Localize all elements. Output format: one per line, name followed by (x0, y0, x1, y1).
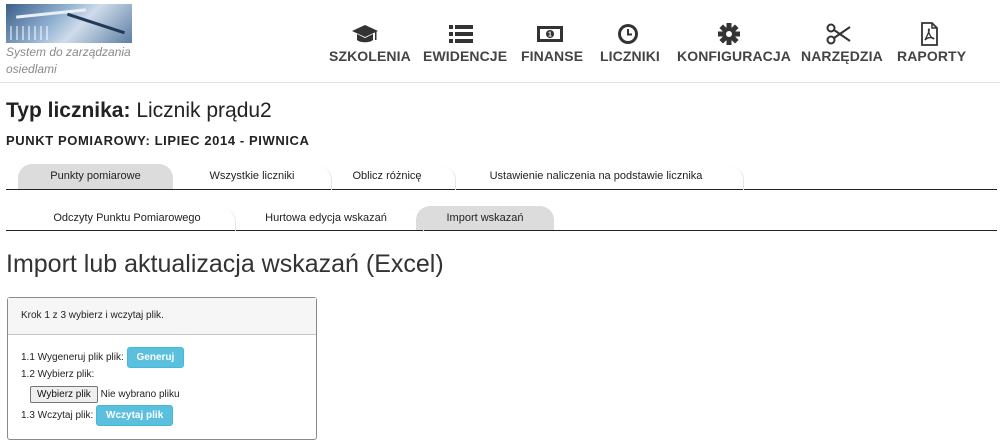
nav-konfiguracja[interactable]: KONFIGURACJA (677, 22, 791, 72)
page-title: Typ licznika: Licznik prądu2 (6, 99, 272, 123)
section-heading: Import lub aktualizacja wskazań (Excel) (6, 250, 444, 278)
nav-finanse[interactable]: 1 FINANSE (521, 22, 583, 72)
gear-icon (677, 22, 780, 46)
title-label: Typ licznika: (6, 99, 131, 122)
file-status: Nie wybrano pliku (100, 389, 180, 401)
tagline: System do zarządzania osiedlami (6, 45, 131, 76)
generate-button[interactable]: Generuj (126, 347, 185, 368)
step-load-label: 1.3 Wczytaj plik: (21, 410, 94, 422)
main-tabs: Punkty pomiarowe Wszystkie liczniki Obli… (6, 160, 997, 190)
step-generate-label: 1.1 Wygeneruj plik plik: (21, 352, 124, 364)
step-load: 1.3 Wczytaj plik: Wczytaj plik (21, 405, 174, 426)
nav-raporty[interactable]: RAPORTY (897, 22, 966, 72)
choose-file-button[interactable]: Wybierz plik (30, 386, 98, 403)
pdf-file-icon (897, 22, 961, 46)
page-subtitle: PUNKT POMIAROWY: LIPIEC 2014 - PIWNICA (6, 133, 310, 148)
money-icon: 1 (521, 22, 578, 46)
header: System do zarządzania osiedlami SZKOLENI… (0, 0, 1000, 83)
logo[interactable] (6, 4, 132, 43)
nav-liczniki[interactable]: LICZNIKI (600, 22, 660, 72)
svg-text:1: 1 (548, 32, 552, 39)
nav-ewidencje[interactable]: EWIDENCJE (423, 22, 507, 72)
nav-narzedzia[interactable]: NARZĘDZIA (801, 22, 883, 72)
tab-punkty-pomiarowe[interactable]: Punkty pomiarowe (18, 164, 173, 189)
tab-wszystkie-liczniki[interactable]: Wszystkie liczniki (182, 164, 332, 190)
panel-header: Krok 1 z 3 wybierz i wczytaj plik. (8, 298, 316, 335)
tab-hurtowa-edycja[interactable]: Hurtowa edycja wskazań (238, 206, 424, 232)
tab-ustawienie-naliczenia[interactable]: Ustawienie naliczenia na podstawie liczn… (458, 164, 744, 190)
tab-import-wskazan[interactable]: Import wskazań (416, 206, 554, 230)
tab-oblicz-roznice[interactable]: Oblicz różnicę (328, 164, 456, 190)
graduation-cap-icon (329, 22, 401, 46)
nav-szkolenia[interactable]: SZKOLENIA (329, 22, 411, 72)
file-input[interactable]: Wybierz plik Nie wybrano pliku (30, 386, 180, 403)
title-value: Licznik prądu2 (136, 99, 272, 122)
list-icon (423, 22, 499, 46)
sub-tabs: Odczyty Punktu Pomiarowego Hurtowa edycj… (6, 202, 997, 232)
tab-odczyty-punktu[interactable]: Odczyty Punktu Pomiarowego (28, 206, 236, 232)
step-choose-label: 1.2 Wybierz plik: (21, 369, 95, 380)
scissors-icon (801, 22, 876, 46)
load-file-button[interactable]: Wczytaj plik (96, 405, 174, 426)
import-panel: Krok 1 z 3 wybierz i wczytaj plik. 1.1 W… (7, 297, 317, 440)
clock-icon (600, 22, 656, 46)
step-generate: 1.1 Wygeneruj plik plik: Generuj (21, 347, 185, 368)
